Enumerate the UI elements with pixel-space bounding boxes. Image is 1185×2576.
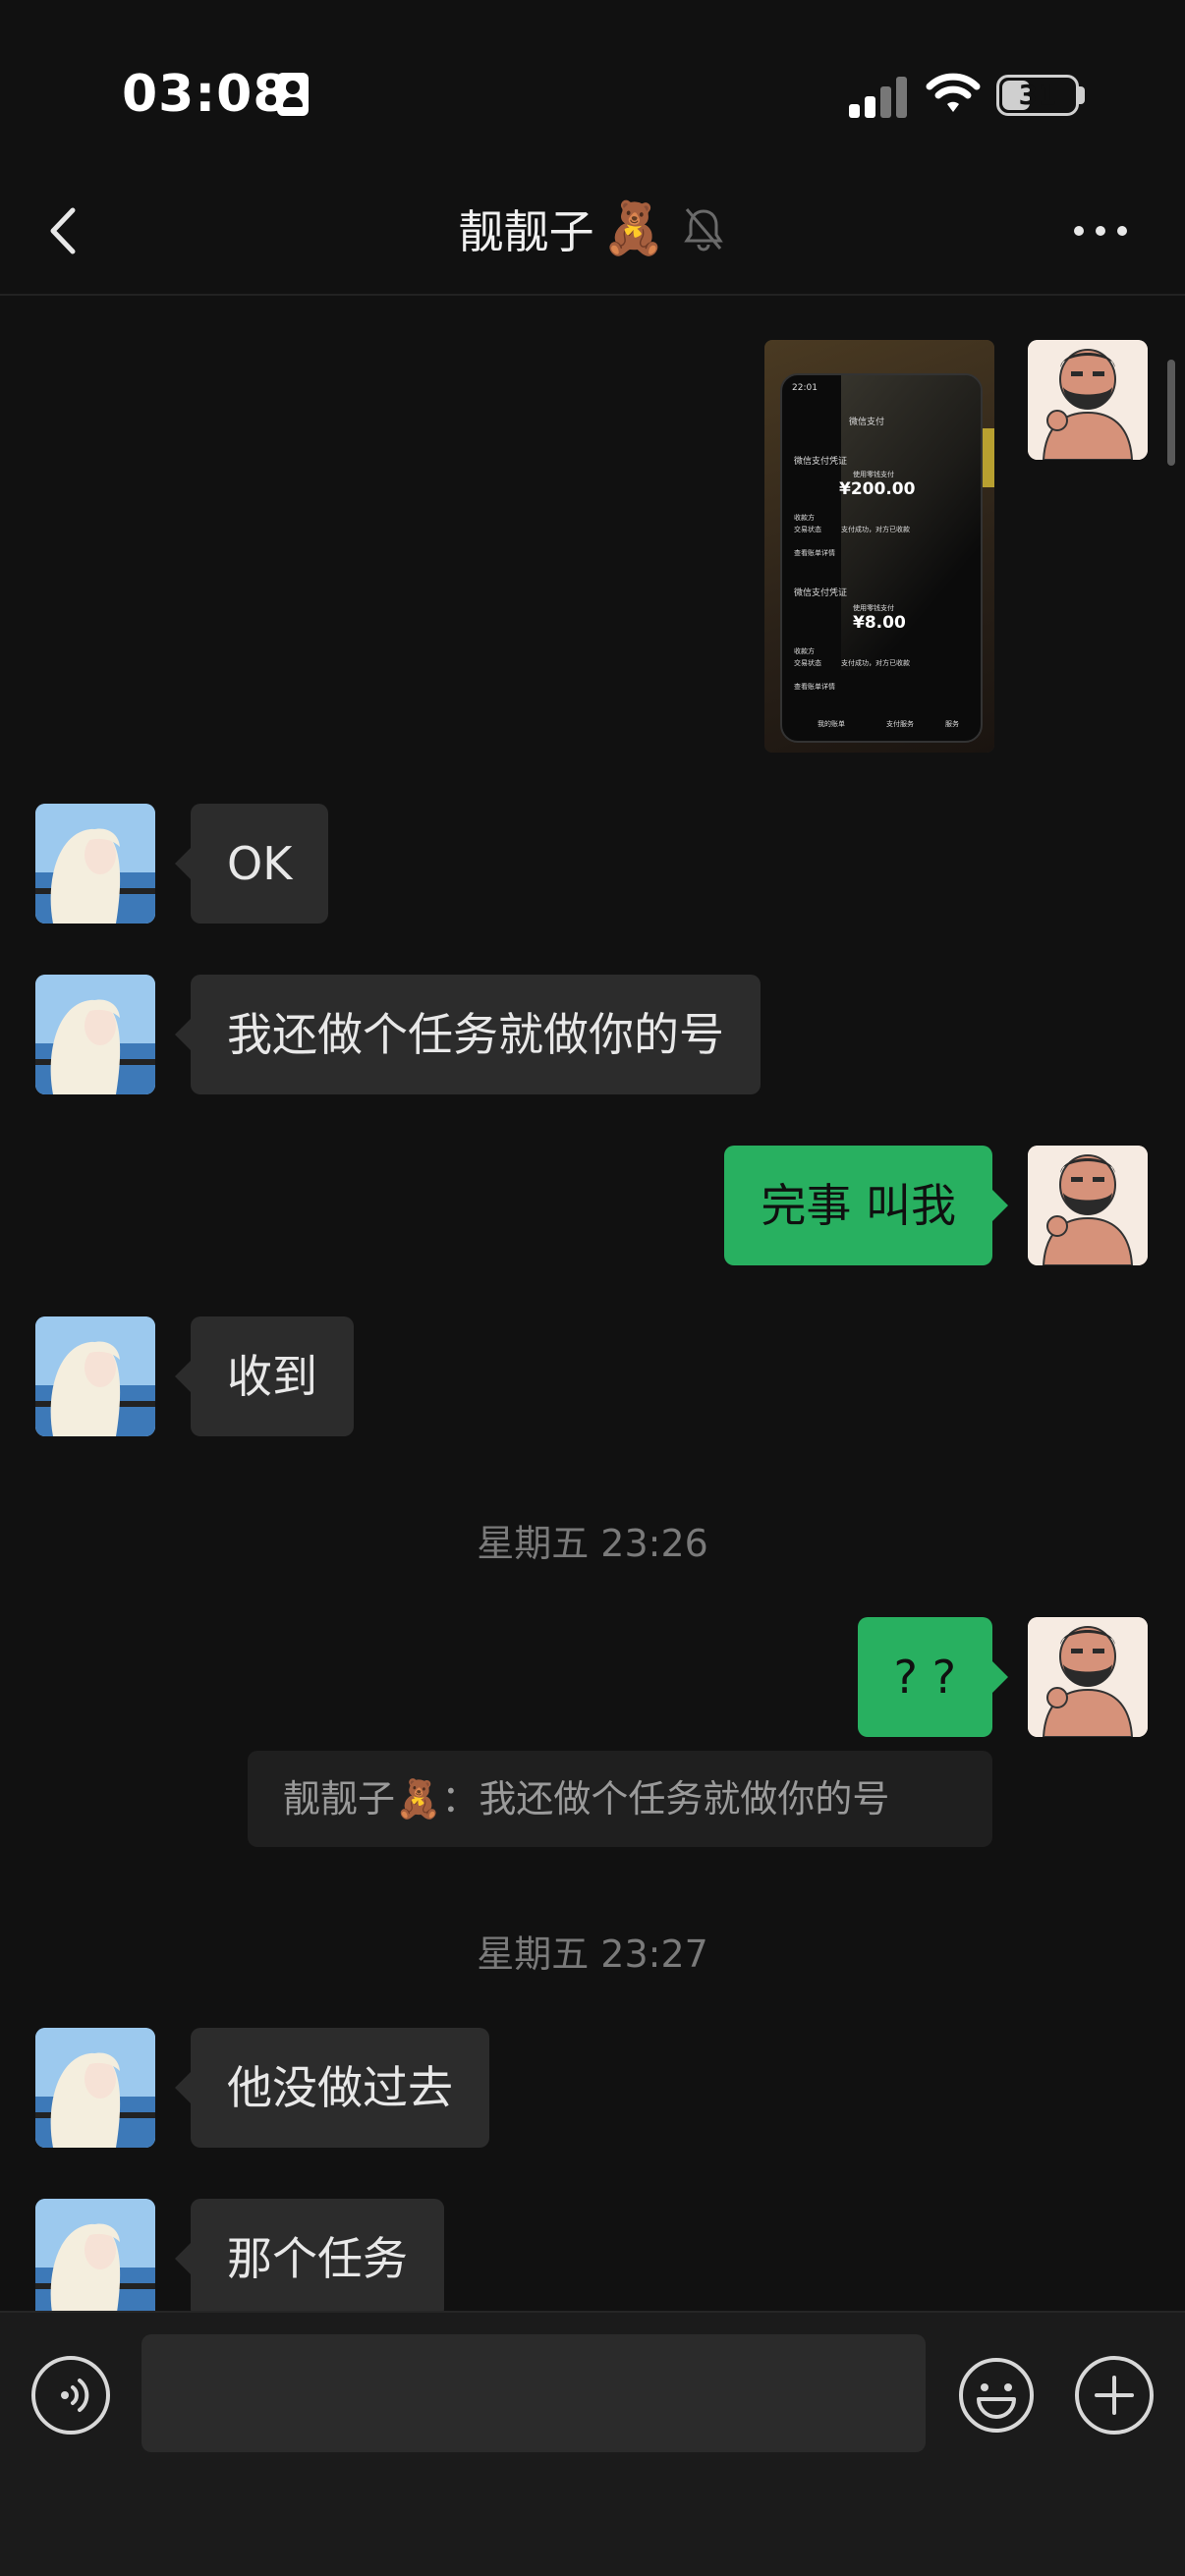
wifi-icon [926, 73, 981, 112]
message-bubble-incoming[interactable]: 他没做过去 [175, 2028, 489, 2148]
voice-wave-icon [61, 2379, 89, 2412]
contact-avatar[interactable] [35, 804, 155, 924]
photo-amount-1: ¥200.00 [839, 479, 916, 499]
photo-pay-label-1: 使用零钱支付 [853, 471, 894, 478]
self-avatar[interactable] [1028, 1617, 1148, 1737]
emoji-button[interactable] [957, 2356, 1036, 2435]
message-bubble-incoming[interactable]: OK [174, 804, 329, 924]
anime-girl-avatar-icon [35, 804, 155, 924]
voice-input-button[interactable] [31, 2356, 110, 2435]
photo-tab-3: 服务 [945, 720, 959, 728]
quote-separator: ： [441, 1777, 480, 1820]
battery-level: 31 [1018, 79, 1057, 111]
battery-icon: 31 [996, 75, 1079, 116]
photo-section-label-2: 微信支付凭证 [794, 588, 848, 598]
bearded-man-avatar-icon [1028, 340, 1148, 460]
battery-cap [1079, 86, 1085, 104]
photo-tab-2: 支付服务 [886, 720, 914, 728]
message-bubble-incoming[interactable]: 我还做个任务就做你的号 [175, 975, 761, 1094]
photo-amount-2: ¥8.00 [853, 613, 906, 633]
message-bubble-outgoing[interactable]: ? ? [857, 1617, 1009, 1737]
teddy-bear-emoji: 🧸 [601, 199, 666, 258]
contact-card-icon [277, 73, 309, 116]
photo-row-label-1: 收款方 [794, 514, 815, 522]
chat-timestamp: 星期五 23:27 [477, 1932, 708, 1976]
photo-row-label-2: 交易状态 [794, 526, 821, 533]
photo-pay-label-2: 使用零钱支付 [853, 604, 894, 612]
photo-row-value-2: 支付成功，对方已收款 [841, 659, 910, 667]
contact-avatar[interactable] [35, 975, 155, 1094]
message-bubble-outgoing[interactable]: 完事 叫我 [724, 1146, 1008, 1265]
photographed-phone-screen: 22:01 微信支付 微信支付凭证 使用零钱支付 ¥200.00 收款方 交易状… [780, 373, 983, 743]
more-functions-button[interactable] [1075, 2356, 1154, 2435]
self-avatar[interactable] [1028, 1146, 1148, 1265]
photo-message[interactable]: 22:01 微信支付 微信支付凭证 使用零钱支付 ¥200.00 收款方 交易状… [764, 340, 994, 753]
cellular-signal-icon [849, 75, 908, 118]
message-bubble-incoming[interactable]: 收到 [175, 1316, 354, 1436]
photo-screen-title: 微信支付 [849, 418, 885, 427]
quote-sender: 靓靓子 [283, 1777, 396, 1820]
quote-text: 我还做个任务就做你的号 [479, 1777, 890, 1820]
status-time: 03:08 [122, 65, 290, 124]
bearded-man-avatar-icon [1028, 1617, 1148, 1737]
chat-header: 靓靓子 🧸 [0, 196, 1185, 265]
scrollbar[interactable] [1167, 360, 1175, 466]
message-input[interactable] [141, 2334, 926, 2452]
chat-title: 靓靓子 [458, 205, 594, 258]
photo-bill-link-1: 查看账单详情 [794, 549, 835, 557]
anime-girl-avatar-icon [35, 2028, 155, 2148]
teddy-bear-emoji: 🧸 [395, 1777, 442, 1820]
contact-avatar[interactable] [35, 2199, 155, 2319]
anime-girl-avatar-icon [35, 1316, 155, 1436]
anime-girl-avatar-icon [35, 975, 155, 1094]
self-avatar[interactable] [1028, 340, 1148, 460]
contact-avatar[interactable] [35, 1316, 155, 1436]
photo-row-label-4: 交易状态 [794, 659, 821, 667]
more-options-button[interactable] [1071, 211, 1130, 251]
plus-icon [1095, 2376, 1134, 2415]
quoted-message[interactable]: 靓靓子🧸：我还做个任务就做你的号 [248, 1751, 992, 1847]
photo-section-label-1: 微信支付凭证 [794, 457, 848, 467]
mute-bell-icon [684, 208, 724, 252]
photo-row-value-1: 支付成功，对方已收款 [841, 526, 910, 533]
contact-avatar[interactable] [35, 2028, 155, 2148]
photo-tab-1: 我的账单 [818, 720, 845, 728]
chat-timestamp: 星期五 23:26 [477, 1522, 708, 1565]
photo-screen-time: 22:01 [792, 383, 818, 393]
message-bubble-incoming[interactable]: 那个任务 [175, 2199, 444, 2319]
photo-bill-link-2: 查看账单详情 [794, 683, 835, 691]
header-divider [0, 294, 1185, 296]
bearded-man-avatar-icon [1028, 1146, 1148, 1265]
photo-row-label-3: 收款方 [794, 647, 815, 655]
anime-girl-avatar-icon [35, 2199, 155, 2319]
